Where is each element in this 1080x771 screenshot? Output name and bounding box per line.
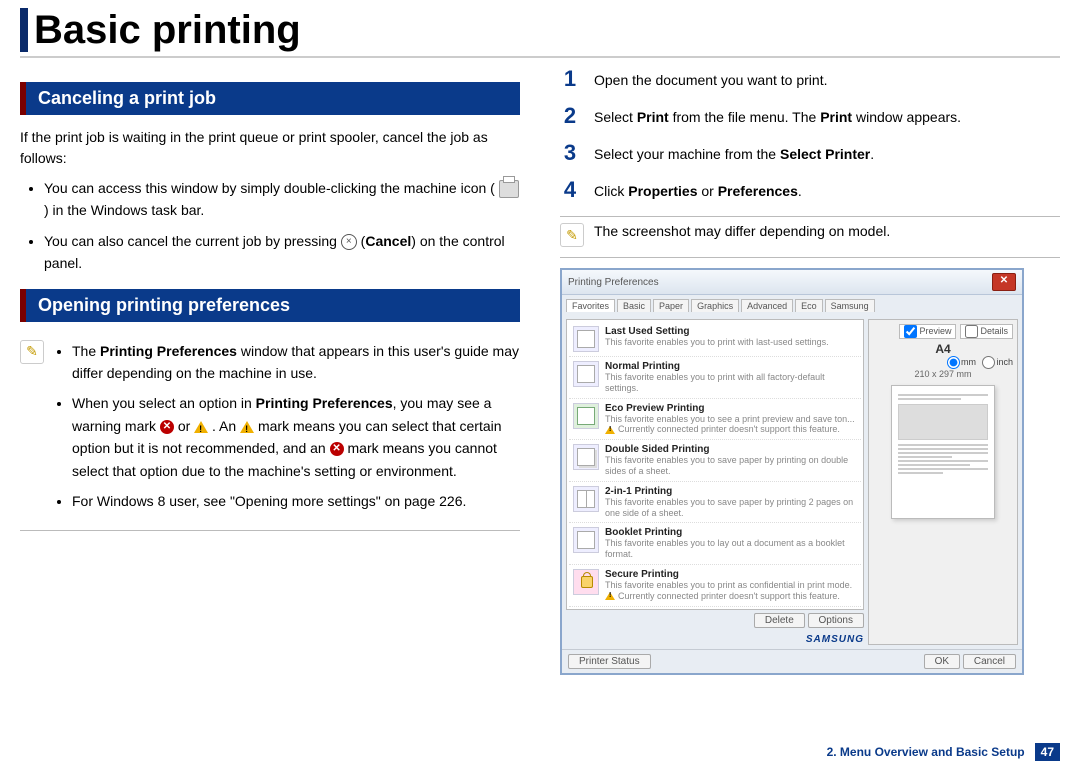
favorites-list: Last Used SettingThis favorite enables y… — [566, 319, 864, 610]
cancel-button[interactable]: Cancel — [963, 654, 1016, 669]
tab-basic[interactable]: Basic — [617, 299, 651, 312]
favorite-title: Double Sided Printing — [605, 444, 857, 455]
right-column: 1 Open the document you want to print. 2… — [560, 68, 1060, 675]
step-text: Select your machine from the Select Prin… — [594, 142, 1060, 165]
favorite-thumb-icon — [573, 527, 599, 553]
favorite-thumb-icon — [573, 326, 599, 352]
favorite-thumb-icon — [573, 361, 599, 387]
step-num: 4 — [560, 179, 580, 201]
favorite-thumb-icon — [573, 486, 599, 512]
cancel-bullet-1: You can access this window by simply dou… — [44, 177, 520, 222]
warning-mark-icon — [240, 421, 254, 433]
favorite-title: Last Used Setting — [605, 326, 857, 337]
ok-button[interactable]: OK — [924, 654, 960, 669]
favorite-desc: This favorite enables you to save paper … — [605, 497, 857, 519]
warning-mark-icon — [605, 592, 615, 600]
tab-samsung[interactable]: Samsung — [825, 299, 875, 312]
tab-graphics[interactable]: Graphics — [691, 299, 739, 312]
warning-mark-icon — [605, 426, 615, 434]
paper-preview — [891, 385, 995, 519]
favorite-thumb-icon — [573, 444, 599, 470]
error-mark-icon: ✕ — [160, 420, 174, 434]
favorite-item[interactable]: Eco Preview PrintingThis favorite enable… — [569, 399, 861, 441]
favorite-item[interactable]: 2-in-1 PrintingThis favorite enables you… — [569, 482, 861, 524]
unit-row: mm inch — [873, 356, 1013, 369]
details-tab[interactable]: Details — [960, 324, 1013, 339]
footer-chapter: 2. Menu Overview and Basic Setup — [827, 745, 1025, 759]
step-text: Click Properties or Preferences. — [594, 179, 1060, 202]
tab-paper[interactable]: Paper — [653, 299, 689, 312]
favorite-desc: This favorite enables you to lay out a d… — [605, 538, 857, 560]
left-column: Canceling a print job If the print job i… — [20, 68, 520, 675]
favorite-title: Eco Preview Printing — [605, 403, 857, 414]
section-cancel-header: Canceling a print job — [20, 82, 520, 115]
step-list: 1 Open the document you want to print. 2… — [560, 68, 1060, 202]
favorite-title: 2-in-1 Printing — [605, 486, 857, 497]
unit-inch-radio[interactable] — [982, 356, 995, 369]
favorite-item[interactable]: Normal PrintingThis favorite enables you… — [569, 357, 861, 399]
favorite-thumb-icon — [573, 569, 599, 595]
favorite-desc: This favorite enables you to print with … — [605, 337, 857, 348]
cancel-bullet-2: You can also cancel the current job by p… — [44, 230, 520, 275]
warning-mark-icon — [194, 421, 208, 433]
step-num: 2 — [560, 105, 580, 127]
note-bullet-2: When you select an option in Printing Pr… — [72, 392, 520, 482]
favorite-desc: This favorite enables you to see a print… — [605, 414, 857, 425]
step-text: Select Print from the file menu. The Pri… — [594, 105, 1060, 128]
printer-status-button[interactable]: Printer Status — [568, 654, 651, 669]
favorite-desc: This favorite enables you to save paper … — [605, 455, 857, 477]
tab-favorites[interactable]: Favorites — [566, 299, 615, 312]
page-footer: 2. Menu Overview and Basic Setup 47 — [827, 743, 1060, 761]
error-mark-icon: ✕ — [330, 442, 344, 456]
page-title: Basic printing — [20, 8, 1080, 52]
dialog-tabs: Favorites Basic Paper Graphics Advanced … — [566, 299, 1018, 312]
favorite-title: Secure Printing — [605, 569, 857, 580]
note-icon: ✎ — [20, 340, 44, 364]
title-rule — [20, 56, 1060, 58]
preview-panel: Preview Details A4 mm inch 210 x 297 mm — [868, 319, 1018, 645]
tab-advanced[interactable]: Advanced — [741, 299, 793, 312]
step-num: 1 — [560, 68, 580, 90]
cancel-button-icon: × — [341, 234, 357, 250]
dialog-title: Printing Preferences — [568, 277, 659, 288]
footer-page-number: 47 — [1035, 743, 1060, 761]
printing-preferences-dialog: Printing Preferences ✕ Favorites Basic P… — [560, 268, 1024, 675]
paper-size-label: A4 — [873, 342, 1013, 356]
preview-tab[interactable]: Preview — [899, 324, 956, 339]
section-cancel-intro: If the print job is waiting in the print… — [20, 127, 520, 169]
favorite-item[interactable]: Last Used SettingThis favorite enables y… — [569, 322, 861, 357]
paper-dim: 210 x 297 mm — [873, 369, 1013, 379]
printer-icon — [499, 180, 519, 198]
favorite-desc: This favorite enables you to print with … — [605, 372, 857, 394]
tab-eco[interactable]: Eco — [795, 299, 823, 312]
favorite-title: Normal Printing — [605, 361, 857, 372]
favorite-desc: This favorite enables you to print as co… — [605, 580, 857, 591]
note-bullet-3: For Windows 8 user, see "Opening more se… — [72, 490, 520, 512]
step-text: Open the document you want to print. — [594, 68, 1060, 91]
favorite-item[interactable]: Booklet PrintingThis favorite enables yo… — [569, 523, 861, 565]
note-bullet-1: The Printing Preferences window that app… — [72, 340, 520, 385]
favorite-thumb-icon — [573, 403, 599, 429]
favorite-item[interactable]: Secure PrintingThis favorite enables you… — [569, 565, 861, 607]
delete-button[interactable]: Delete — [754, 613, 805, 628]
section-prefs-header: Opening printing preferences — [20, 289, 520, 322]
favorite-title: Booklet Printing — [605, 527, 857, 538]
unit-mm-radio[interactable] — [947, 356, 960, 369]
step-num: 3 — [560, 142, 580, 164]
note-screenshot: ✎ The screenshot may differ depending on… — [560, 216, 1060, 258]
note-text: The screenshot may differ depending on m… — [594, 223, 1060, 239]
brand-label: SAMSUNG — [566, 634, 864, 645]
note-prefs: ✎ The Printing Preferences window that a… — [20, 334, 520, 532]
options-button[interactable]: Options — [808, 613, 864, 628]
close-icon[interactable]: ✕ — [992, 273, 1016, 291]
note-icon: ✎ — [560, 223, 584, 247]
favorite-item[interactable]: Double Sided PrintingThis favorite enabl… — [569, 440, 861, 482]
